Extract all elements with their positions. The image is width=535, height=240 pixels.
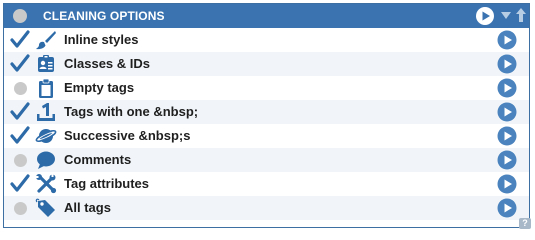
option-label: Classes & IDs — [64, 56, 150, 71]
run-option-play-icon[interactable] — [497, 174, 517, 194]
disabled-status-dot[interactable] — [10, 150, 30, 170]
options-list: Inline styles Classes & IDs Empty tags T… — [4, 28, 529, 220]
option-label: Empty tags — [64, 80, 135, 95]
run-option-play-icon[interactable] — [497, 198, 517, 218]
option-label: Successive &nbsp;s — [64, 128, 191, 143]
id-card-icon — [38, 55, 54, 72]
option-label: Comments — [64, 152, 132, 167]
help-icon[interactable]: ? — [519, 218, 531, 229]
move-up-arrow-icon[interactable] — [516, 8, 526, 22]
disabled-status-dot[interactable] — [10, 78, 30, 98]
tag-icon — [35, 198, 55, 217]
run-option-play-icon[interactable] — [497, 78, 517, 98]
option-row-successive-nbsps[interactable]: Successive &nbsp;s — [4, 124, 529, 148]
option-label: All tags — [64, 200, 111, 215]
run-option-play-icon[interactable] — [497, 150, 517, 170]
number-one-icon — [37, 103, 55, 121]
disabled-status-dot[interactable] — [10, 198, 30, 218]
run-option-play-icon[interactable] — [497, 126, 517, 146]
checkmark-icon[interactable] — [10, 102, 30, 122]
run-option-play-icon[interactable] — [497, 30, 517, 50]
collapse-arrow-icon[interactable] — [501, 12, 511, 20]
option-label: Tag attributes — [64, 176, 149, 191]
option-row-inline-styles[interactable]: Inline styles — [4, 28, 529, 52]
option-row-tag-attributes[interactable]: Tag attributes — [4, 172, 529, 196]
checkmark-icon[interactable] — [10, 54, 30, 74]
clipboard-icon — [39, 78, 53, 98]
option-row-comments[interactable]: Comments — [4, 148, 529, 172]
play-all-icon[interactable] — [475, 6, 495, 26]
option-label: Inline styles — [64, 32, 139, 47]
cleaning-options-panel: CLEANING OPTIONS Inline styles Classes &… — [3, 3, 531, 229]
option-row-classes-ids[interactable]: Classes & IDs — [4, 52, 529, 76]
speech-bubble-icon — [37, 151, 55, 169]
checkmark-icon[interactable] — [10, 174, 30, 194]
checkmark-icon[interactable] — [10, 126, 30, 146]
option-label: Tags with one &nbsp; — [64, 104, 199, 119]
header-status-dot[interactable] — [13, 9, 27, 23]
panel-header: CLEANING OPTIONS — [4, 4, 529, 28]
checkmark-icon[interactable] — [10, 30, 30, 50]
planet-icon — [35, 129, 57, 143]
option-row-empty-tags[interactable]: Empty tags — [4, 76, 529, 100]
panel-title: CLEANING OPTIONS — [43, 9, 165, 23]
option-row-all-tags[interactable]: All tags — [4, 196, 529, 220]
paintbrush-icon — [36, 31, 56, 50]
run-option-play-icon[interactable] — [497, 102, 517, 122]
run-option-play-icon[interactable] — [497, 54, 517, 74]
tools-icon — [36, 174, 57, 194]
option-row-tags-with-one-nbsp[interactable]: Tags with one &nbsp; — [4, 100, 529, 124]
